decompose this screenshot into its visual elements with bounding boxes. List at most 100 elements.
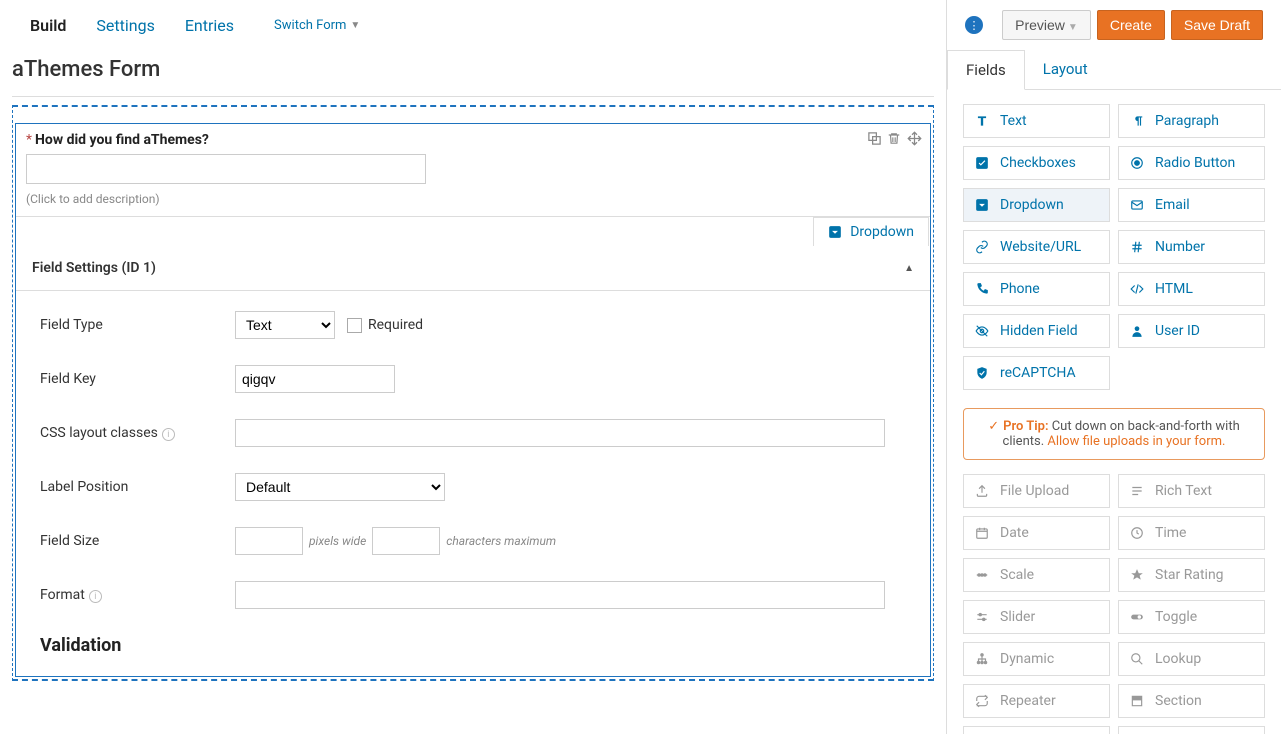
palette-item-time[interactable]: Time xyxy=(1118,516,1265,550)
scale-icon xyxy=(974,567,990,583)
field-key-input[interactable] xyxy=(235,365,395,393)
preview-button[interactable]: Preview▼ xyxy=(1002,10,1091,40)
palette-item-html[interactable]: HTML xyxy=(1118,272,1265,306)
move-icon[interactable] xyxy=(906,130,922,146)
label-position-label: Label Position xyxy=(40,479,235,495)
palette-item-date[interactable]: Date xyxy=(963,516,1110,550)
css-classes-label: CSS layout classesi xyxy=(40,425,235,441)
tab-build[interactable]: Build xyxy=(30,16,66,35)
eye-off-icon xyxy=(974,323,990,339)
palette-item-label: Number xyxy=(1155,239,1205,255)
calendar-icon xyxy=(974,525,990,541)
field-value-input[interactable] xyxy=(26,154,426,184)
checkbox-icon xyxy=(974,155,990,171)
pro-tip-link[interactable]: Allow file uploads in your form. xyxy=(1047,434,1225,449)
info-icon[interactable]: i xyxy=(162,428,175,441)
form-title: aThemes Form xyxy=(12,53,934,97)
palette-item-embed-form[interactable]: Embed Form xyxy=(1118,726,1265,734)
palette-item-recaptcha[interactable]: reCAPTCHA xyxy=(963,356,1110,390)
field-card[interactable]: *How did you find aThemes? (Click to add… xyxy=(15,123,931,677)
chars-max-hint: characters maximum xyxy=(446,534,556,548)
palette-item-page-break[interactable]: Page Break xyxy=(963,726,1110,734)
hash-icon xyxy=(1129,239,1145,255)
field-settings-header[interactable]: Field Settings (ID 1) ▲ xyxy=(16,246,930,291)
palette-item-email[interactable]: Email xyxy=(1118,188,1265,222)
palette-item-repeater[interactable]: Repeater xyxy=(963,684,1110,718)
palette-item-label: User ID xyxy=(1155,323,1200,339)
palette-item-star-rating[interactable]: Star Rating xyxy=(1118,558,1265,592)
palette-item-label: Time xyxy=(1155,525,1186,541)
switch-form-dropdown[interactable]: Switch Form ▼ xyxy=(274,18,360,33)
palette-item-radio-button[interactable]: Radio Button xyxy=(1118,146,1265,180)
palette-item-toggle[interactable]: Toggle xyxy=(1118,600,1265,634)
star-icon xyxy=(1129,567,1145,583)
format-label: Formati xyxy=(40,587,235,603)
switch-form-label: Switch Form xyxy=(274,18,346,33)
palette-item-hidden-field[interactable]: Hidden Field xyxy=(963,314,1110,348)
palette-item-file-upload[interactable]: File Upload xyxy=(963,474,1110,508)
field-type-label: Field Type xyxy=(40,317,235,333)
palette-item-user-id[interactable]: User ID xyxy=(1118,314,1265,348)
palette-item-label: Repeater xyxy=(1000,693,1056,709)
css-classes-input[interactable] xyxy=(235,419,885,447)
sidebar-tab-fields[interactable]: Fields xyxy=(947,50,1025,90)
palette-item-label: Checkboxes xyxy=(1000,155,1076,171)
palette-item-dropdown[interactable]: Dropdown xyxy=(963,188,1110,222)
palette-item-number[interactable]: Number xyxy=(1118,230,1265,264)
field-maxchars-input[interactable] xyxy=(372,527,440,555)
palette-item-label: Email xyxy=(1155,197,1190,213)
delete-icon[interactable] xyxy=(886,130,902,146)
info-icon[interactable]: i xyxy=(89,590,102,603)
check-circle-icon: ✓ xyxy=(988,419,999,434)
save-draft-button[interactable]: Save Draft xyxy=(1171,10,1263,40)
clock-icon xyxy=(1129,525,1145,541)
sidebar-tab-layout[interactable]: Layout xyxy=(1025,50,1106,89)
field-type-tab-label: Dropdown xyxy=(850,224,914,240)
palette-item-label: Date xyxy=(1000,525,1029,541)
upload-icon xyxy=(974,483,990,499)
palette-item-label: Slider xyxy=(1000,609,1035,625)
palette-item-website-url[interactable]: Website/URL xyxy=(963,230,1110,264)
field-size-label: Field Size xyxy=(40,533,235,549)
field-type-select[interactable]: Text xyxy=(235,311,335,339)
palette-item-rich-text[interactable]: Rich Text xyxy=(1118,474,1265,508)
required-checkbox[interactable]: Required xyxy=(347,317,423,333)
more-menu-icon[interactable]: ⋮ xyxy=(965,16,983,34)
palette-item-label: Star Rating xyxy=(1155,567,1224,583)
caret-up-icon: ▲ xyxy=(904,263,914,274)
palette-item-text[interactable]: Text xyxy=(963,104,1110,138)
field-label[interactable]: How did you find aThemes? xyxy=(35,132,209,148)
palette-item-label: Phone xyxy=(1000,281,1040,297)
palette-item-slider[interactable]: Slider xyxy=(963,600,1110,634)
palette-item-dynamic[interactable]: Dynamic xyxy=(963,642,1110,676)
palette-item-label: reCAPTCHA xyxy=(1000,365,1076,381)
label-position-select[interactable]: Default xyxy=(235,473,445,501)
palette-item-scale[interactable]: Scale xyxy=(963,558,1110,592)
code-icon xyxy=(1129,281,1145,297)
tab-entries[interactable]: Entries xyxy=(185,16,234,35)
palette-item-checkboxes[interactable]: Checkboxes xyxy=(963,146,1110,180)
create-button[interactable]: Create xyxy=(1097,10,1165,40)
pixels-wide-hint: pixels wide xyxy=(309,534,366,548)
palette-item-phone[interactable]: Phone xyxy=(963,272,1110,306)
tab-settings[interactable]: Settings xyxy=(96,16,154,35)
rich-icon xyxy=(1129,483,1145,499)
palette-item-paragraph[interactable]: Paragraph xyxy=(1118,104,1265,138)
duplicate-icon[interactable] xyxy=(866,130,882,146)
palette-item-label: Hidden Field xyxy=(1000,323,1078,339)
palette-item-label: Lookup xyxy=(1155,651,1201,667)
palette-item-section[interactable]: Section xyxy=(1118,684,1265,718)
toggle-icon xyxy=(1129,609,1145,625)
paragraph-icon xyxy=(1129,113,1145,129)
palette-item-label: Text xyxy=(1000,113,1027,129)
palette-item-label: Rich Text xyxy=(1155,483,1212,499)
required-label: Required xyxy=(368,317,423,333)
field-type-tab[interactable]: Dropdown xyxy=(813,217,929,246)
field-description[interactable]: (Click to add description) xyxy=(16,188,930,216)
dropdown-icon xyxy=(828,225,842,239)
palette-item-lookup[interactable]: Lookup xyxy=(1118,642,1265,676)
field-width-input[interactable] xyxy=(235,527,303,555)
format-input[interactable] xyxy=(235,581,885,609)
palette-item-label: Dynamic xyxy=(1000,651,1054,667)
required-star-icon: * xyxy=(26,132,32,148)
